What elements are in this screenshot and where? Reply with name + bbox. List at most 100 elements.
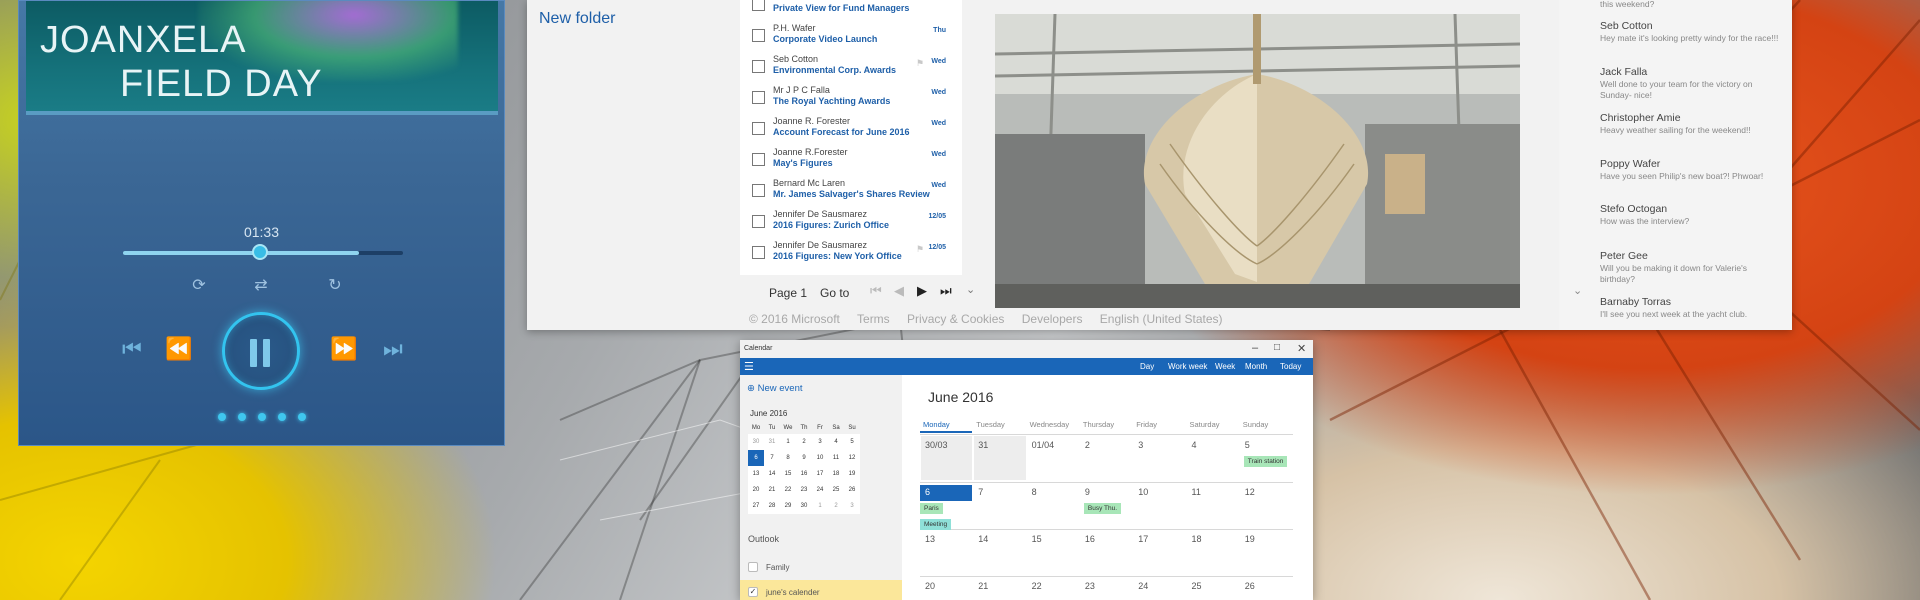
mail-list-item[interactable]: Joanne R.Forester May's Figures Wed	[740, 145, 962, 176]
calendar-day[interactable]: 19	[1245, 534, 1255, 544]
mini-calendar-day[interactable]: 10	[812, 450, 828, 466]
today-button[interactable]: Today	[1280, 362, 1301, 371]
calendar-day[interactable]: 9	[1085, 487, 1090, 497]
mini-calendar-day[interactable]: 19	[844, 466, 860, 482]
calendar-day[interactable]: 11	[1192, 487, 1201, 497]
mini-calendar-day[interactable]: 17	[812, 466, 828, 482]
mail-list-item[interactable]: Mr J P C Falla The Royal Yachting Awards W…	[740, 83, 962, 114]
mail-list-item[interactable]: Joanne R. Forester Account Forecast for J…	[740, 114, 962, 145]
mini-calendar-day[interactable]: 2	[796, 434, 812, 450]
page-dot[interactable]	[277, 413, 286, 421]
mail-list-item[interactable]: P.H. Wafer Corporate Video Launch Thu	[740, 21, 962, 52]
chat-item[interactable]: Seb Cotton Hey mate it's looking pretty w…	[1600, 20, 1780, 44]
mini-calendar-day[interactable]: 9	[796, 450, 812, 466]
select-checkbox[interactable]	[752, 122, 765, 135]
mini-calendar-day[interactable]: 24	[812, 482, 828, 498]
new-folder-link[interactable]: New folder	[539, 10, 615, 28]
mini-calendar-day[interactable]: 13	[748, 466, 764, 482]
mini-calendar-day[interactable]: 28	[764, 498, 780, 514]
calendar-day[interactable]: 14	[978, 534, 988, 544]
mini-calendar-day[interactable]: 5	[844, 434, 860, 450]
calendar-day[interactable]: 17	[1138, 534, 1148, 544]
view-day-button[interactable]: Day	[1140, 362, 1154, 371]
rewind-icon[interactable]: ⏪	[165, 336, 192, 362]
calendar-day[interactable]: 18	[1192, 534, 1202, 544]
mail-list-item[interactable]: Jennifer De Sausmarez 2016 Figures: New Y…	[740, 238, 962, 269]
mail-list-item[interactable]: Jennifer De Sausmarez 2016 Figures: Zuric…	[740, 207, 962, 238]
mini-calendar-day[interactable]: 20	[748, 482, 764, 498]
mini-calendar-day[interactable]: 14	[764, 466, 780, 482]
maximize-icon[interactable]: □	[1274, 342, 1280, 353]
page-dot[interactable]	[257, 413, 266, 421]
calendar-day[interactable]: 23	[1085, 581, 1095, 591]
mini-calendar-day[interactable]: 30	[748, 434, 764, 450]
calendar-day[interactable]: 12	[1245, 487, 1255, 497]
calendar-day[interactable]: 26	[1245, 581, 1255, 591]
skip-previous-icon[interactable]: ⏮	[122, 336, 142, 362]
mini-calendar-day[interactable]: 7	[764, 450, 780, 466]
calendar-day[interactable]: 3	[1138, 440, 1143, 450]
calendar-day[interactable]: 24	[1138, 581, 1148, 591]
calendar-day[interactable]: 30/03	[925, 440, 948, 450]
calendar-event[interactable]: Train station	[1243, 456, 1288, 467]
chat-item[interactable]: Jack Falla Well done to your team for the…	[1600, 66, 1780, 101]
seek-thumb[interactable]	[252, 244, 268, 260]
calendar-event[interactable]: Paris	[920, 503, 943, 514]
select-checkbox[interactable]	[752, 153, 765, 166]
footer-language-link[interactable]: English (United States)	[1100, 312, 1223, 326]
first-page-icon[interactable]: ⏮	[870, 283, 882, 299]
mini-calendar-day[interactable]: 2	[828, 498, 844, 514]
calendar-category[interactable]: ✓ june's calender	[740, 580, 902, 600]
shuffle-icon[interactable]: ⇄	[250, 275, 272, 297]
flag-icon[interactable]: ⚑	[916, 244, 924, 255]
calendar-day[interactable]: 16	[1085, 534, 1095, 544]
calendar-day[interactable]: 25	[1192, 581, 1202, 591]
calendar-day[interactable]: 22	[1032, 581, 1042, 591]
mini-calendar-day[interactable]: 27	[748, 498, 764, 514]
chat-item[interactable]: Peter Gee Will you be making it down for …	[1600, 250, 1780, 285]
select-checkbox[interactable]	[752, 29, 765, 42]
select-checkbox[interactable]	[752, 0, 765, 11]
calendar-event[interactable]: Meeting	[920, 519, 952, 530]
select-checkbox[interactable]	[752, 184, 765, 197]
mini-calendar-day[interactable]: 22	[780, 482, 796, 498]
mini-calendar-day[interactable]: 23	[796, 482, 812, 498]
mini-calendar-day[interactable]: 31	[764, 434, 780, 450]
mini-calendar-day[interactable]: 3	[812, 434, 828, 450]
chat-item[interactable]: Stefo Octogan How was the interview?	[1600, 203, 1780, 227]
mini-calendar-day[interactable]: 12	[844, 450, 860, 466]
calendar-day[interactable]: 01/04	[1032, 440, 1055, 450]
select-checkbox[interactable]	[752, 91, 765, 104]
repeat-icon[interactable]: ↻	[324, 275, 346, 297]
next-page-icon[interactable]: ▶	[917, 283, 927, 299]
calendar-day[interactable]: 2	[1085, 440, 1090, 450]
chevron-down-icon[interactable]: ⌄	[966, 283, 975, 296]
chat-item[interactable]: this weekend?	[1600, 0, 1780, 10]
previous-page-icon[interactable]: ◀	[894, 283, 904, 299]
mini-calendar-day[interactable]: 21	[764, 482, 780, 498]
page-dot[interactable]	[297, 413, 306, 421]
mini-calendar-day[interactable]: 4	[828, 434, 844, 450]
mini-calendar-day[interactable]: 1	[780, 434, 796, 450]
new-event-button[interactable]: ⊕ New event	[747, 383, 803, 394]
view-workweek-button[interactable]: Work week	[1168, 362, 1207, 371]
skip-next-icon[interactable]: ⏭	[383, 336, 403, 362]
chat-item[interactable]: Christopher Amie Heavy weather sailing fo…	[1600, 112, 1780, 136]
chat-item[interactable]: Poppy Wafer Have you seen Philip's new bo…	[1600, 158, 1780, 182]
mini-calendar-day[interactable]: 1	[812, 498, 828, 514]
mail-list-item[interactable]: Bernard Mc Laren Mr. James Salvager's Sha…	[740, 176, 962, 207]
mail-list-item[interactable]: Private View for Fund Managers	[740, 0, 962, 21]
checkbox-checked-icon[interactable]: ✓	[748, 587, 758, 597]
mini-calendar-day[interactable]: 11	[828, 450, 844, 466]
flag-icon[interactable]: ⚑	[916, 58, 924, 69]
calendar-day[interactable]: 8	[1032, 487, 1037, 497]
hamburger-menu-icon[interactable]: ☰	[744, 360, 754, 373]
view-week-button[interactable]: Week	[1215, 362, 1235, 371]
footer-developers-link[interactable]: Developers	[1022, 312, 1083, 326]
mini-calendar-day[interactable]: 16	[796, 466, 812, 482]
mini-calendar-day[interactable]: 30	[796, 498, 812, 514]
calendar-day[interactable]: 13	[925, 534, 935, 544]
replay-icon[interactable]: ⟳	[188, 275, 210, 297]
page-dot[interactable]	[217, 413, 226, 421]
view-month-button[interactable]: Month	[1245, 362, 1267, 371]
